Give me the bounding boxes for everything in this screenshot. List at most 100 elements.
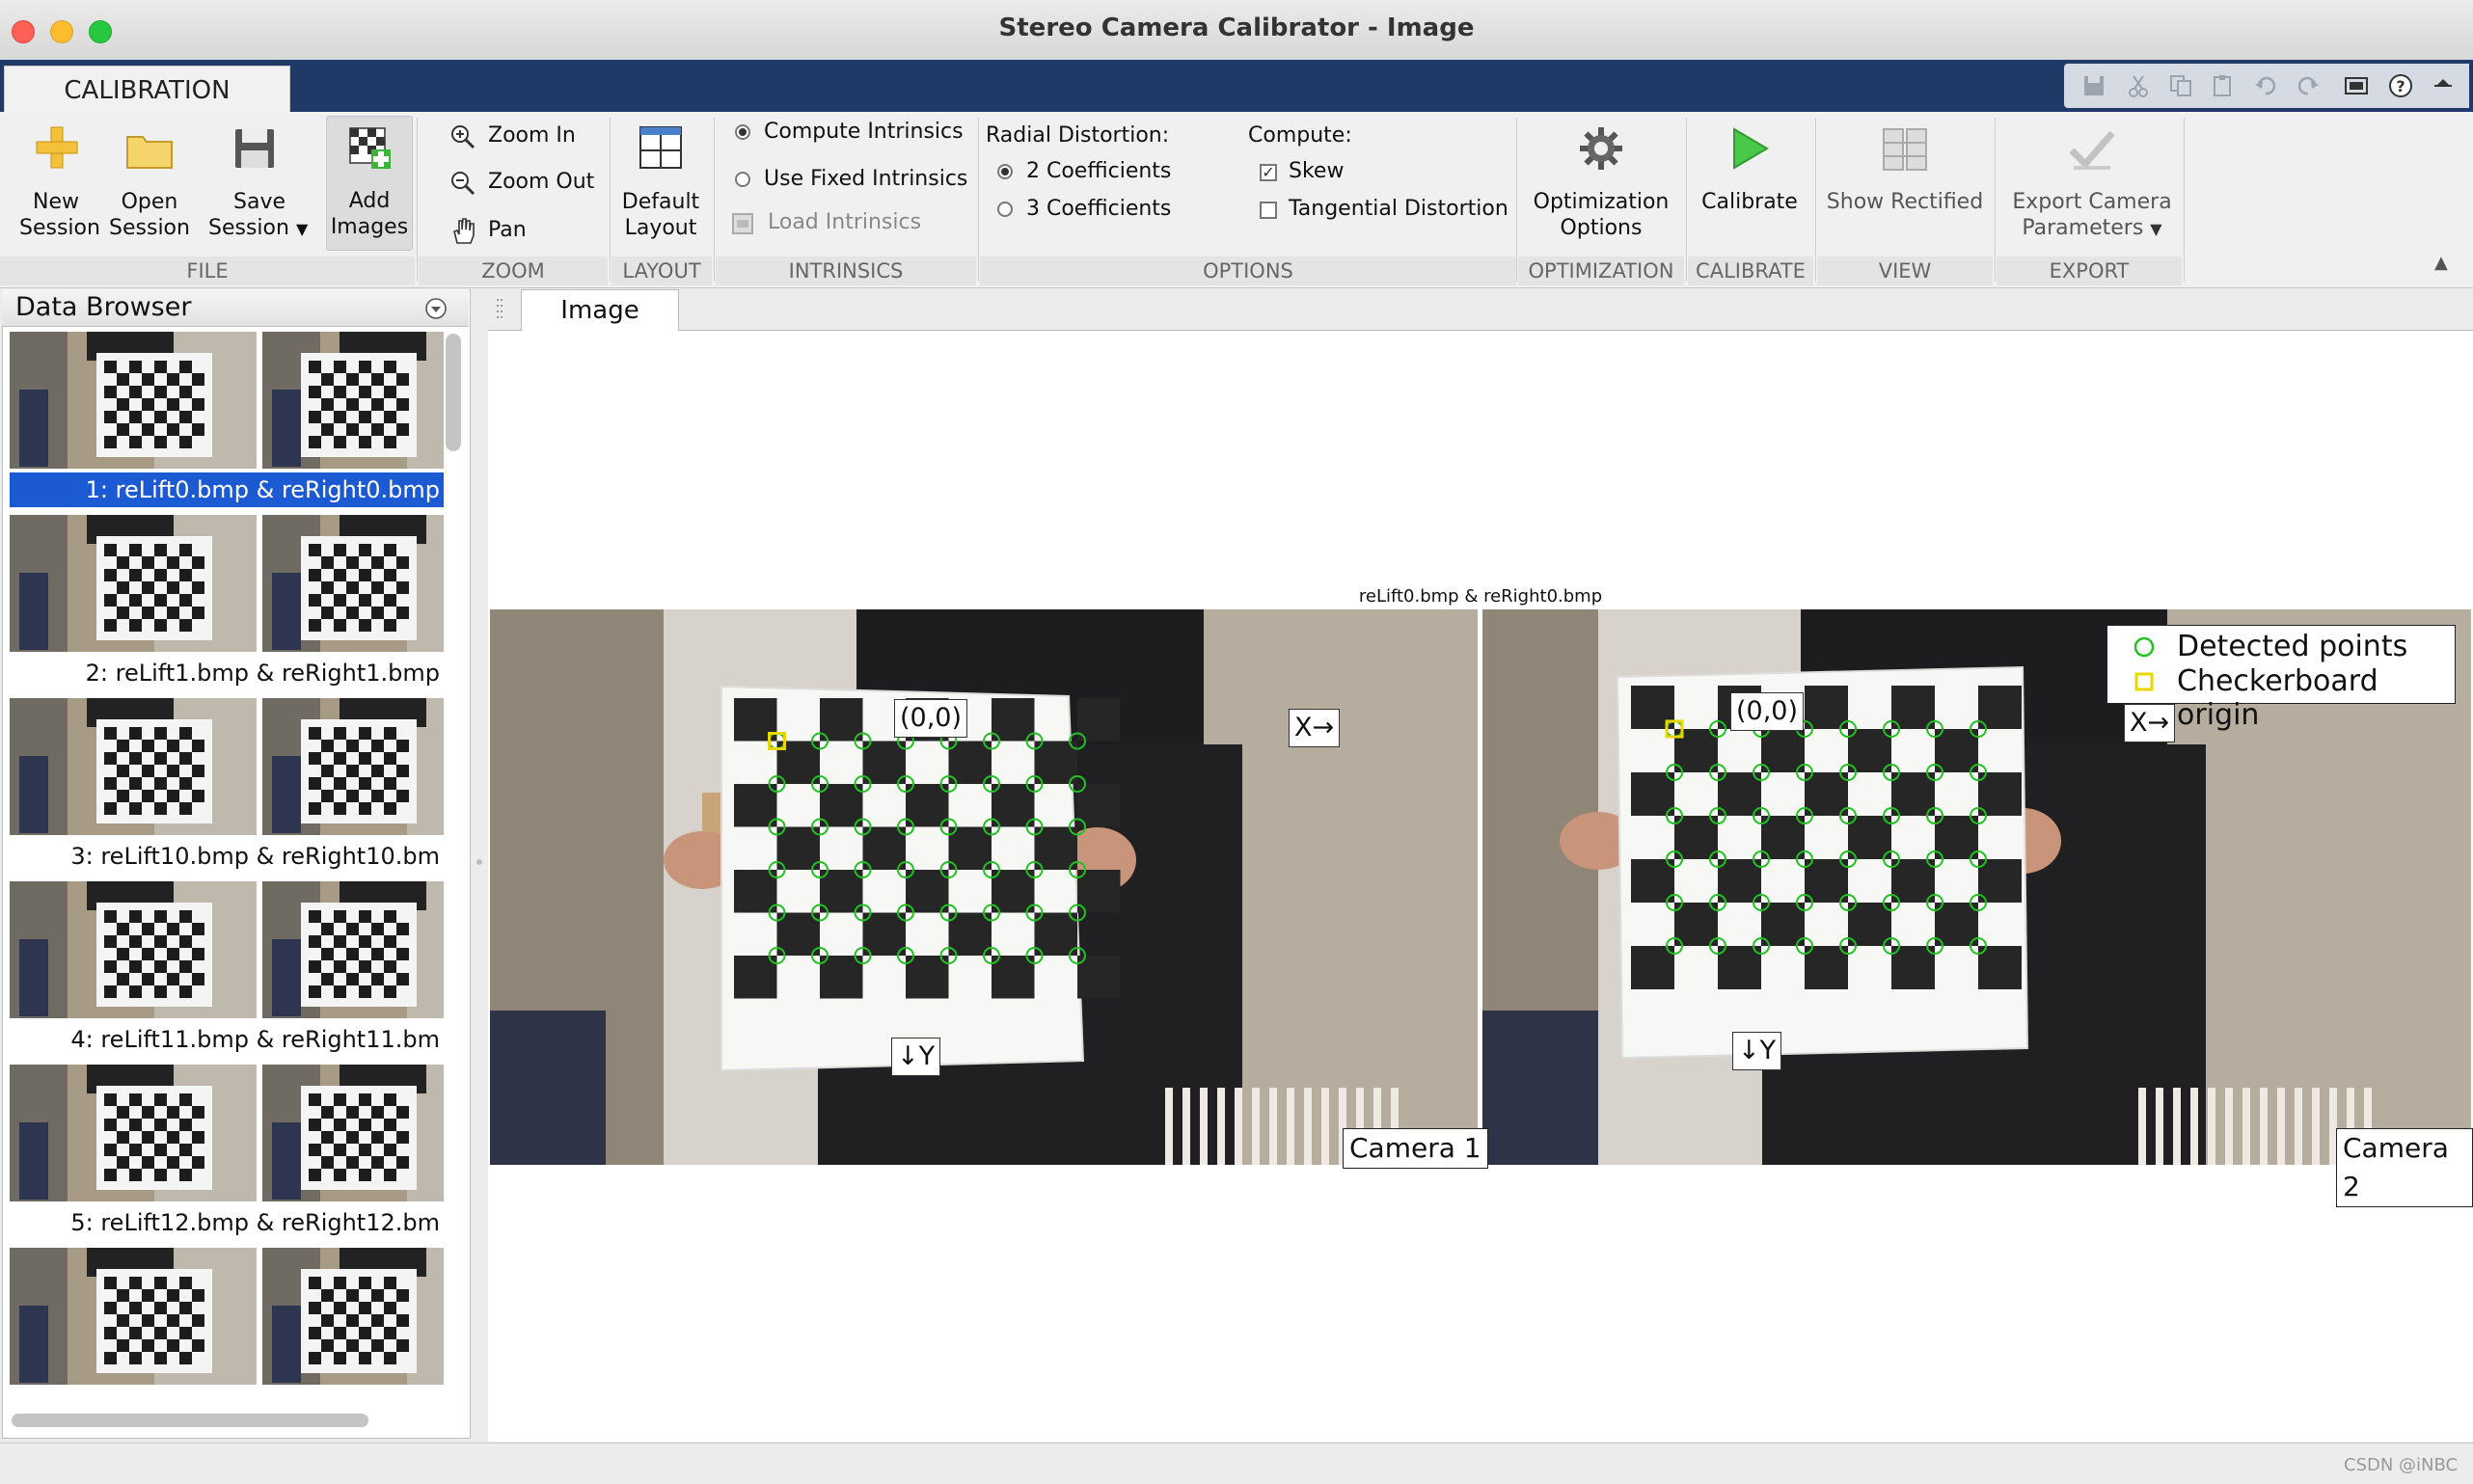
thumbnail-right	[262, 1065, 444, 1201]
document-tab-strip	[488, 289, 2473, 331]
group-label-optimization: OPTIMIZATION	[1518, 256, 1684, 285]
paste-icon[interactable]	[2211, 73, 2236, 98]
x-axis-label-camera-2: X→	[2124, 704, 2176, 742]
zoom-out-icon	[451, 172, 476, 196]
default-layout-label-2: Layout	[624, 216, 697, 240]
thumbnail-right	[262, 515, 444, 652]
svg-text:?: ?	[2396, 77, 2405, 95]
thumbnail-left	[10, 881, 257, 1018]
skew-checkbox[interactable]: ✓ Skew	[1260, 159, 1472, 190]
window-layout-icon[interactable]	[2344, 73, 2369, 98]
collapse-ribbon-icon[interactable]: ▲	[2434, 253, 2456, 274]
group-label-layout: LAYOUT	[611, 256, 712, 285]
two-coefficients-radio[interactable]: 2 Coefficients	[997, 159, 1209, 190]
group-label-view: VIEW	[1817, 256, 1993, 285]
floppy-disk-icon	[235, 129, 274, 168]
optimization-options-button[interactable]: Optimization Options	[1522, 121, 1680, 247]
save-icon[interactable]	[2081, 73, 2106, 98]
list-item-label: 3: reLift10.bmp & reRight10.bm	[70, 843, 440, 870]
three-coefficients-label: 3 Coefficients	[1026, 197, 1172, 221]
new-session-label-1: New	[33, 190, 79, 214]
add-images-label-2: Images	[330, 215, 409, 239]
thumbnail-left	[10, 1065, 257, 1201]
show-rectified-button[interactable]: Show Rectified	[1823, 121, 1987, 247]
list-item[interactable]: 2: reLift1.bmp & reRight1.bmp	[10, 515, 444, 694]
panel-menu-icon[interactable]	[424, 297, 448, 320]
legend-detected-points: Detected points	[2177, 630, 2408, 663]
thumbnail-left	[10, 515, 257, 652]
dropdown-arrow-icon[interactable]: ▼	[296, 220, 308, 238]
undo-icon[interactable]	[2253, 73, 2278, 98]
list-item[interactable]: 1: reLift0.bmp & reRight0.bmp	[10, 332, 444, 511]
open-session-button[interactable]: Open Session	[108, 121, 191, 247]
calibrate-button[interactable]: Calibrate	[1690, 121, 1809, 247]
export-camera-label-2: Parameters	[2022, 216, 2144, 240]
list-item[interactable]	[10, 1248, 444, 1385]
show-rectified-label: Show Rectified	[1826, 190, 1984, 214]
group-label-intrinsics: INTRINSICS	[716, 256, 976, 285]
zoom-in-button[interactable]: Zoom In	[449, 123, 613, 154]
hand-icon	[453, 218, 475, 244]
watermark: CSDN @iNBC	[2344, 1455, 2459, 1475]
save-session-button[interactable]: Save Session ▼	[204, 121, 313, 247]
camera-2-label: Camera 2	[2336, 1128, 2473, 1207]
horizontal-scrollbar[interactable]	[12, 1414, 368, 1427]
data-browser-title: Data Browser	[15, 292, 192, 322]
add-images-label-1: Add	[348, 189, 391, 213]
default-layout-button[interactable]: Default Layout	[617, 121, 704, 247]
tab-image[interactable]: Image	[521, 289, 679, 331]
compute-intrinsics-radio[interactable]: Compute Intrinsics	[735, 120, 976, 150]
vertical-scrollbar[interactable]	[446, 334, 461, 451]
new-session-button[interactable]: New Session	[19, 121, 100, 247]
thumbnail-right	[262, 1248, 444, 1385]
folder-icon	[126, 136, 173, 169]
ribbon-separator	[1516, 118, 1517, 282]
camera-1-label: Camera 1	[1343, 1128, 1488, 1169]
compute-intrinsics-label: Compute Intrinsics	[764, 120, 964, 144]
three-coefficients-radio[interactable]: 3 Coefficients	[997, 197, 1209, 228]
dropdown-arrow-icon[interactable]: ▼	[2150, 220, 2161, 238]
export-camera-parameters-button[interactable]: Export Camera Parameters ▼	[2002, 121, 2182, 247]
x-axis-label-camera-1: X→	[1289, 709, 1341, 747]
thumbnail-right	[262, 881, 444, 1018]
zoom-out-label: Zoom Out	[488, 170, 595, 194]
collapse-toolstrip-icon[interactable]	[2431, 73, 2456, 98]
open-session-label-1: Open	[121, 190, 178, 214]
zoom-out-button[interactable]: Zoom Out	[449, 170, 613, 201]
pan-label: Pan	[488, 218, 527, 242]
load-intrinsics-button[interactable]: Load Intrinsics	[731, 210, 972, 241]
data-browser-list: 1: reLift0.bmp & reRight0.bmp 2: reLift1.…	[10, 332, 444, 1402]
export-camera-label-1: Export Camera	[2012, 190, 2172, 214]
help-icon[interactable]: ?	[2388, 73, 2413, 98]
use-fixed-intrinsics-radio[interactable]: Use Fixed Intrinsics	[735, 167, 976, 198]
cut-icon[interactable]	[2126, 73, 2151, 98]
tangential-distortion-checkbox[interactable]: Tangential Distortion	[1260, 197, 1510, 228]
default-layout-label-1: Default	[621, 190, 700, 214]
ribbon-separator	[417, 118, 418, 282]
list-item[interactable]: 5: reLift12.bmp & reRight12.bm	[10, 1065, 444, 1244]
quick-access-toolbar: ?	[2064, 64, 2469, 108]
ribbon-separator	[978, 118, 979, 282]
grip-icon[interactable]	[496, 297, 503, 322]
panel-splitter-handle[interactable]	[475, 849, 484, 876]
tab-calibration[interactable]: CALIBRATION	[4, 66, 290, 117]
camera-1-image[interactable]	[490, 609, 1478, 1165]
list-item[interactable]: 4: reLift11.bmp & reRight11.bm	[10, 881, 444, 1061]
thumbnail-right	[262, 332, 444, 469]
gear-icon	[1580, 127, 1622, 170]
group-label-export: EXPORT	[1997, 256, 2182, 285]
empty-checkbox-icon	[1260, 202, 1277, 219]
ribbon-separator	[1686, 118, 1687, 282]
redo-icon[interactable]	[2296, 73, 2321, 98]
group-label-calibrate: CALIBRATE	[1688, 256, 1813, 285]
list-item[interactable]: 3: reLift10.bmp & reRight10.bm	[10, 698, 444, 877]
list-item-label: 5: reLift12.bmp & reRight12.bm	[70, 1209, 440, 1236]
open-session-label-2: Session	[109, 216, 190, 240]
pan-button[interactable]: Pan	[449, 216, 613, 247]
copy-icon[interactable]	[2168, 73, 2193, 98]
ribbon-separator	[610, 118, 611, 282]
add-images-button[interactable]: Add Images	[326, 116, 413, 251]
radio-selected	[735, 124, 750, 140]
zoom-in-label: Zoom In	[488, 123, 576, 148]
legend-checkerboard-origin: Checkerboard origin	[2177, 664, 2378, 732]
